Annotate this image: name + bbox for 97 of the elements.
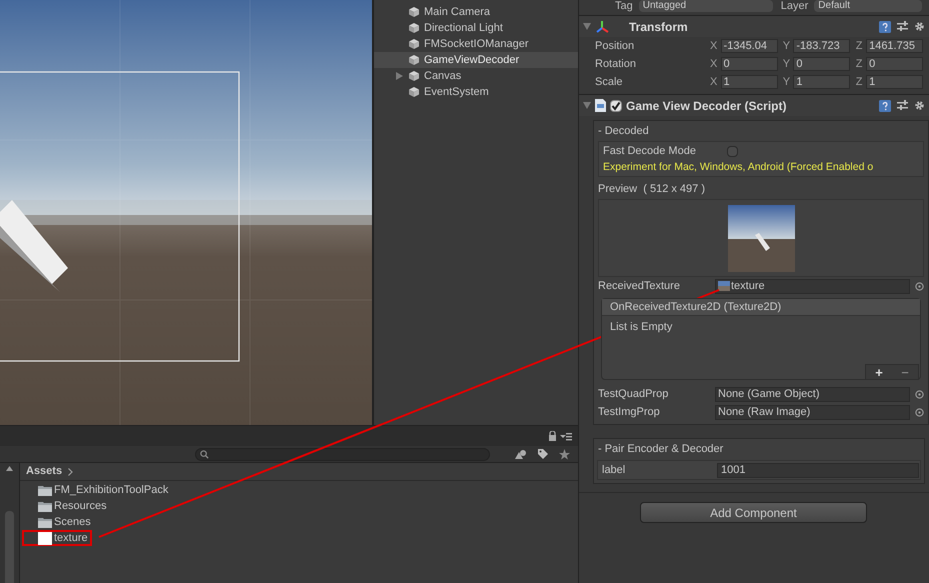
field-label: Scale	[595, 74, 624, 90]
settings-icon[interactable]	[914, 100, 925, 111]
number-field[interactable]: -183.723	[793, 39, 850, 53]
empty-list-text: List is Empty	[609, 320, 674, 335]
cube-icon	[408, 54, 420, 66]
sliders-icon[interactable]	[897, 21, 908, 32]
component-header[interactable]: Transform	[579, 15, 929, 37]
tag-dropdown[interactable]: Untagged	[638, 0, 773, 12]
hierarchy-item[interactable]: Main Camera	[374, 4, 578, 20]
layer-label: Layer	[780, 0, 808, 12]
axis-label: Z	[854, 74, 864, 90]
text-field[interactable]: 1001	[717, 462, 919, 478]
script-file-icon	[595, 99, 606, 112]
field-label: TestQuadProp	[598, 386, 670, 402]
search-icon	[200, 450, 209, 458]
lock-icon[interactable]	[548, 431, 557, 441]
number-field[interactable]: 1	[720, 75, 778, 89]
event-header: OnReceivedTexture2D (Texture2D)	[602, 299, 920, 316]
field-label: label	[602, 462, 626, 478]
preview-label: Preview ( 512 x 497 )	[597, 182, 706, 197]
remove-button[interactable]: −	[901, 366, 909, 378]
field-label: Fast Decode Mode	[603, 144, 697, 159]
foldout-arrow-icon[interactable]	[583, 23, 591, 30]
asset-label: texture	[54, 530, 88, 546]
folder-icon	[38, 516, 52, 528]
section-header[interactable]: - Pair Encoder & Decoder	[594, 439, 924, 460]
scroll-up-icon[interactable]	[6, 466, 13, 471]
add-component-button[interactable]: Add Component	[640, 502, 867, 523]
axis-label: Y	[782, 74, 792, 90]
hierarchy-item[interactable]: GameViewDecoder	[374, 52, 578, 68]
check-icon	[611, 100, 621, 110]
expand-arrow-icon[interactable]	[396, 72, 403, 80]
field-label: Position	[595, 38, 636, 54]
axis-label: X	[708, 74, 718, 90]
folder-icon	[38, 500, 52, 512]
breadcrumb[interactable]: Assets	[26, 463, 62, 480]
tag-icon[interactable]	[537, 448, 549, 460]
help-icon[interactable]	[879, 20, 891, 32]
field-label: TestImgProp	[598, 404, 661, 420]
cube-icon	[408, 6, 420, 18]
component-header[interactable]: Game View Decoder (Script)	[579, 94, 929, 116]
component-title: Transform	[629, 18, 688, 36]
search-field[interactable]	[195, 448, 490, 460]
field-label: Rotation	[595, 56, 637, 72]
texture-thumbnail-icon	[718, 281, 730, 291]
hierarchy-item[interactable]: FMSocketIOManager	[374, 36, 578, 52]
chevron-right-icon	[68, 468, 74, 476]
axis-label: Z	[854, 38, 864, 54]
axis-gizmo-icon	[595, 20, 611, 34]
number-field[interactable]: 0	[793, 57, 850, 71]
cube-icon	[408, 38, 420, 50]
number-field[interactable]: 0	[866, 57, 924, 71]
hierarchy-item[interactable]: Directional Light	[374, 20, 578, 36]
object-field[interactable]: None (Game Object)	[715, 386, 910, 402]
settings-icon[interactable]	[914, 21, 925, 32]
component-title: Game View Decoder (Script)	[626, 98, 786, 114]
foldout-arrow-icon[interactable]	[583, 102, 591, 109]
help-icon[interactable]	[879, 100, 891, 112]
asset-label: FM_ExhibitionToolPack	[54, 482, 168, 498]
object-field[interactable]: texture	[715, 278, 910, 294]
cube-icon	[408, 86, 420, 98]
axis-label: Y	[782, 38, 792, 54]
star-icon[interactable]	[559, 448, 570, 460]
object-field[interactable]: None (Raw Image)	[715, 404, 910, 420]
hierarchy-item[interactable]: EventSystem	[374, 84, 578, 100]
axis-label: Y	[782, 56, 792, 72]
number-field[interactable]: 0	[720, 57, 778, 71]
layer-dropdown[interactable]: Default	[814, 0, 922, 12]
cube-icon	[408, 70, 420, 82]
checkbox[interactable]	[610, 100, 622, 112]
warning-text: Experiment for Mac, Windows, Android (Forced Enabled o	[603, 160, 874, 175]
axis-label: X	[708, 56, 718, 72]
number-field[interactable]: 1461.735	[866, 39, 924, 53]
axis-label: X	[708, 38, 718, 54]
object-picker-icon[interactable]	[915, 282, 924, 290]
folder-icon	[38, 484, 52, 496]
asset-item[interactable]: FM_ExhibitionToolPack	[22, 482, 172, 498]
section-header[interactable]: - Decoded	[594, 121, 928, 141]
checkbox[interactable]	[727, 146, 738, 156]
texture-icon	[38, 532, 52, 544]
field-label: ReceivedTexture	[598, 278, 681, 294]
tag-label: Tag	[615, 0, 633, 12]
hierarchy-item[interactable]: Canvas	[374, 68, 578, 84]
add-button[interactable]: +	[875, 366, 883, 378]
asset-item[interactable]: Scenes	[22, 514, 95, 530]
number-field[interactable]: 1	[866, 75, 924, 89]
asset-item[interactable]: Resources	[22, 498, 111, 514]
asset-label: Resources	[54, 498, 107, 514]
menu-icon[interactable]	[560, 432, 572, 440]
axis-label: Z	[854, 56, 864, 72]
asset-item[interactable]: texture	[22, 530, 92, 546]
sliders-icon[interactable]	[897, 100, 908, 111]
cube-icon	[408, 22, 420, 34]
number-field[interactable]: -1345.04	[720, 39, 778, 53]
shapes-icon[interactable]	[515, 448, 527, 460]
number-field[interactable]: 1	[793, 75, 850, 89]
asset-label: Scenes	[54, 514, 91, 530]
